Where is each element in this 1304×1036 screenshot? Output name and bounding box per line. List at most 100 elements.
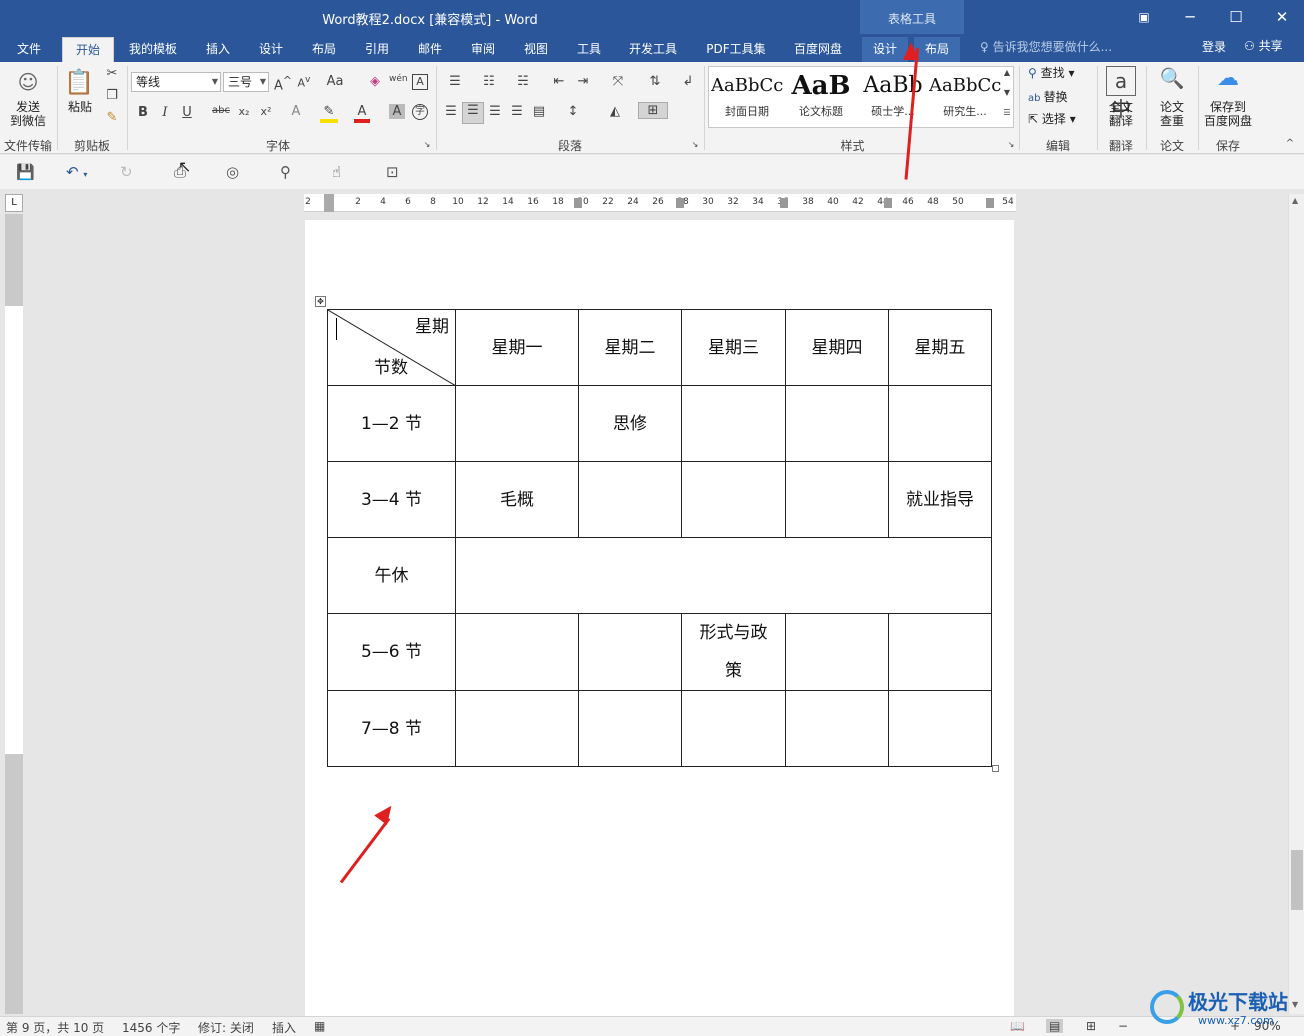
borders-icon[interactable]: ⊞ [638,102,668,119]
tab-selector[interactable]: L [5,194,23,212]
table-cell[interactable] [785,613,889,691]
style-graduate[interactable]: AaBbCc 研究生... [929,69,1001,125]
table-cell[interactable] [681,461,786,538]
web-view-icon[interactable]: ◎ [226,163,239,181]
page-count[interactable]: 第 9 页，共 10 页 [6,1019,104,1036]
table-move-handle-icon[interactable]: ✥ [315,296,326,307]
table-cell[interactable] [785,690,889,767]
undo-icon[interactable]: ↶ ▾ [66,163,87,181]
tab-baidu-netdisk[interactable]: 百度网盘 [784,37,852,62]
table-cell[interactable] [455,385,579,462]
tab-file[interactable]: 文件 [6,37,52,62]
table-cell[interactable] [785,461,889,538]
tab-insert[interactable]: 插入 [196,37,240,62]
merged-cell[interactable] [455,537,992,614]
bold-icon[interactable]: B [136,105,150,120]
period-label-cell[interactable]: 3—4 节 [327,461,456,538]
period-label-cell[interactable]: 5—6 节 [327,613,456,691]
tell-me-search[interactable]: ♀ 告诉我您想要做什么... [980,38,1112,55]
clear-formatting-icon[interactable]: ◈ [366,74,384,89]
word-count[interactable]: 1456 个字 [122,1019,180,1036]
ruler-column-marker[interactable] [986,198,994,208]
gallery-more-icon[interactable]: ☰ [1001,108,1013,117]
share-button[interactable]: ⚇ 共享 [1240,37,1287,54]
vertical-scrollbar[interactable]: ▲ ▼ [1288,194,1304,1014]
table-cell[interactable] [785,385,889,462]
table-cell[interactable] [888,613,992,691]
text-effects-icon[interactable]: A [288,104,304,119]
save-to-baidu-button[interactable]: 保存到 百度网盘 [1200,100,1256,128]
character-shading-icon[interactable]: A [389,104,405,119]
character-border-icon[interactable]: A [412,74,428,90]
align-center-icon[interactable]: ☰ [462,102,484,124]
highlight-color-icon[interactable]: ✎ [320,104,338,123]
strikethrough-icon[interactable]: abc [210,105,232,116]
enclose-characters-icon[interactable]: 字 [412,104,428,120]
decrease-indent-icon[interactable]: ⇤ [550,74,568,89]
copy-icon[interactable]: ❐ [104,88,120,103]
paper-check-button[interactable]: 论文 查重 [1150,100,1194,128]
table-header-cell[interactable]: 星期一 [455,309,579,386]
tab-design[interactable]: 设计 [249,37,293,62]
table-cell[interactable] [888,690,992,767]
save-icon[interactable]: 💾 [16,163,35,181]
period-label-cell[interactable]: 7—8 节 [327,690,456,767]
touch-mode-icon[interactable]: ☝ [332,163,341,181]
dialog-launcher-icon[interactable]: ↘ [690,140,700,149]
font-name-select[interactable]: 等线 ▼ [131,72,221,92]
change-case-icon[interactable]: Aa [324,74,346,89]
tab-table-design[interactable]: 设计 [862,37,908,62]
dialog-launcher-icon[interactable]: ↘ [422,140,432,149]
paste-button[interactable]: 粘贴 [62,100,98,114]
find-button[interactable]: ⚲ 查找 ▾ [1028,66,1090,80]
scroll-up-icon[interactable]: ▲ [1292,196,1298,205]
macro-record-icon[interactable]: ▦ [314,1019,325,1033]
schedule-table[interactable]: 星期 节数 星期一 星期二 星期三 星期四 星期五 1—2 节 思修 3—4 节… [327,309,992,767]
diagonal-header-cell[interactable]: 星期 节数 [327,309,456,386]
style-paper-title[interactable]: AaB 论文标题 [785,69,857,125]
collapse-ribbon-icon[interactable]: ^ [1284,138,1296,149]
phonetic-guide-icon[interactable]: wén [389,74,408,84]
redo-icon[interactable]: ↻ [120,163,133,181]
select-button[interactable]: ⇱ 选择 ▾ [1028,112,1090,126]
table-cell[interactable] [578,613,682,691]
justify-icon[interactable]: ☰ [508,104,526,119]
ribbon-display-icon[interactable]: ▣ [1132,6,1156,28]
sort-icon[interactable]: ⇅ [646,74,664,89]
zoom-out-icon[interactable]: − [1118,1019,1128,1033]
tab-layout[interactable]: 布局 [302,37,346,62]
track-changes-status[interactable]: 修订: 关闭 [198,1019,254,1036]
font-color-icon[interactable]: A [354,104,370,123]
read-mode-icon[interactable]: 📖 [1010,1019,1025,1033]
tab-view[interactable]: 视图 [514,37,558,62]
gallery-down-icon[interactable]: ▼ [1001,88,1013,97]
italic-icon[interactable]: I [158,105,172,120]
superscript-icon[interactable]: x² [258,105,274,118]
tab-table-layout[interactable]: 布局 [914,37,960,62]
bullets-icon[interactable]: ☰ [442,74,468,89]
print-preview-icon[interactable]: ⚲ [280,163,291,181]
table-header-cell[interactable]: 星期二 [578,309,682,386]
multilevel-list-icon[interactable]: ☵ [510,74,536,89]
subscript-icon[interactable]: x₂ [236,105,252,118]
table-cell[interactable]: 形式与政策 [681,613,786,691]
tab-my-templates[interactable]: 我的模板 [120,37,186,62]
tab-home[interactable]: 开始 [62,37,114,62]
tab-pdf-tools[interactable]: PDF工具集 [696,37,776,62]
ruler-column-marker[interactable] [780,198,788,208]
scrollbar-thumb[interactable] [1291,850,1303,910]
table-cell[interactable] [455,613,579,691]
table-cell[interactable] [455,690,579,767]
cut-icon[interactable]: ✂ [104,66,120,81]
table-cell[interactable] [681,385,786,462]
table-resize-handle[interactable] [992,765,999,772]
gallery-up-icon[interactable]: ▲ [1001,68,1013,77]
table-cell[interactable] [578,690,682,767]
replace-button[interactable]: ab 替换 [1028,90,1090,106]
align-right-icon[interactable]: ☰ [486,104,504,119]
full-translate-button[interactable]: 全文 翻译 [1100,100,1142,128]
table-header-cell[interactable]: 星期四 [785,309,889,386]
customize-qat-icon[interactable]: ⊡ [386,163,399,181]
table-header-cell[interactable]: 星期五 [888,309,992,386]
table-cell[interactable] [888,385,992,462]
